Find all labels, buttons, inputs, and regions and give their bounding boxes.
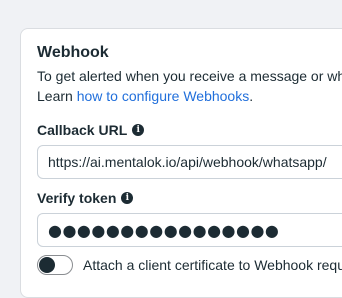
verify-token-label-text: Verify token	[37, 190, 117, 206]
info-icon[interactable]: i	[132, 124, 145, 136]
webhook-description-line1: To get alerted when you receive a messag…	[37, 68, 342, 84]
webhook-description: To get alerted when you receive a messag…	[37, 66, 342, 106]
client-certificate-label: Attach a client certificate to Webhook r…	[83, 257, 342, 273]
callback-url-label-text: Callback URL	[37, 122, 128, 138]
page-background-top	[0, 0, 342, 6]
callback-url-value: https://ai.mentalok.io/api/webhook/whats…	[48, 154, 327, 170]
client-certificate-toggle[interactable]	[37, 255, 73, 275]
learn-prefix: Learn	[37, 88, 77, 104]
verify-token-value: ●●●●●●●●●●●●●●●●	[48, 220, 280, 240]
verify-token-label: Verify token i	[37, 190, 134, 206]
callback-url-input[interactable]: https://ai.mentalok.io/api/webhook/whats…	[37, 145, 342, 179]
toggle-knob	[39, 257, 55, 273]
callback-url-label: Callback URL i	[37, 122, 145, 138]
info-icon[interactable]: i	[121, 192, 134, 204]
client-certificate-row: Attach a client certificate to Webhook r…	[37, 255, 342, 275]
webhook-title: Webhook	[37, 44, 109, 61]
verify-token-input[interactable]: ●●●●●●●●●●●●●●●●	[37, 213, 342, 247]
learn-suffix: .	[249, 88, 254, 104]
webhook-description-line2: Learn how to configure Webhooks.	[37, 86, 342, 106]
configure-webhooks-link[interactable]: how to configure Webhooks	[77, 88, 250, 104]
webhook-card: Webhook To get alerted when you receive …	[20, 28, 342, 298]
